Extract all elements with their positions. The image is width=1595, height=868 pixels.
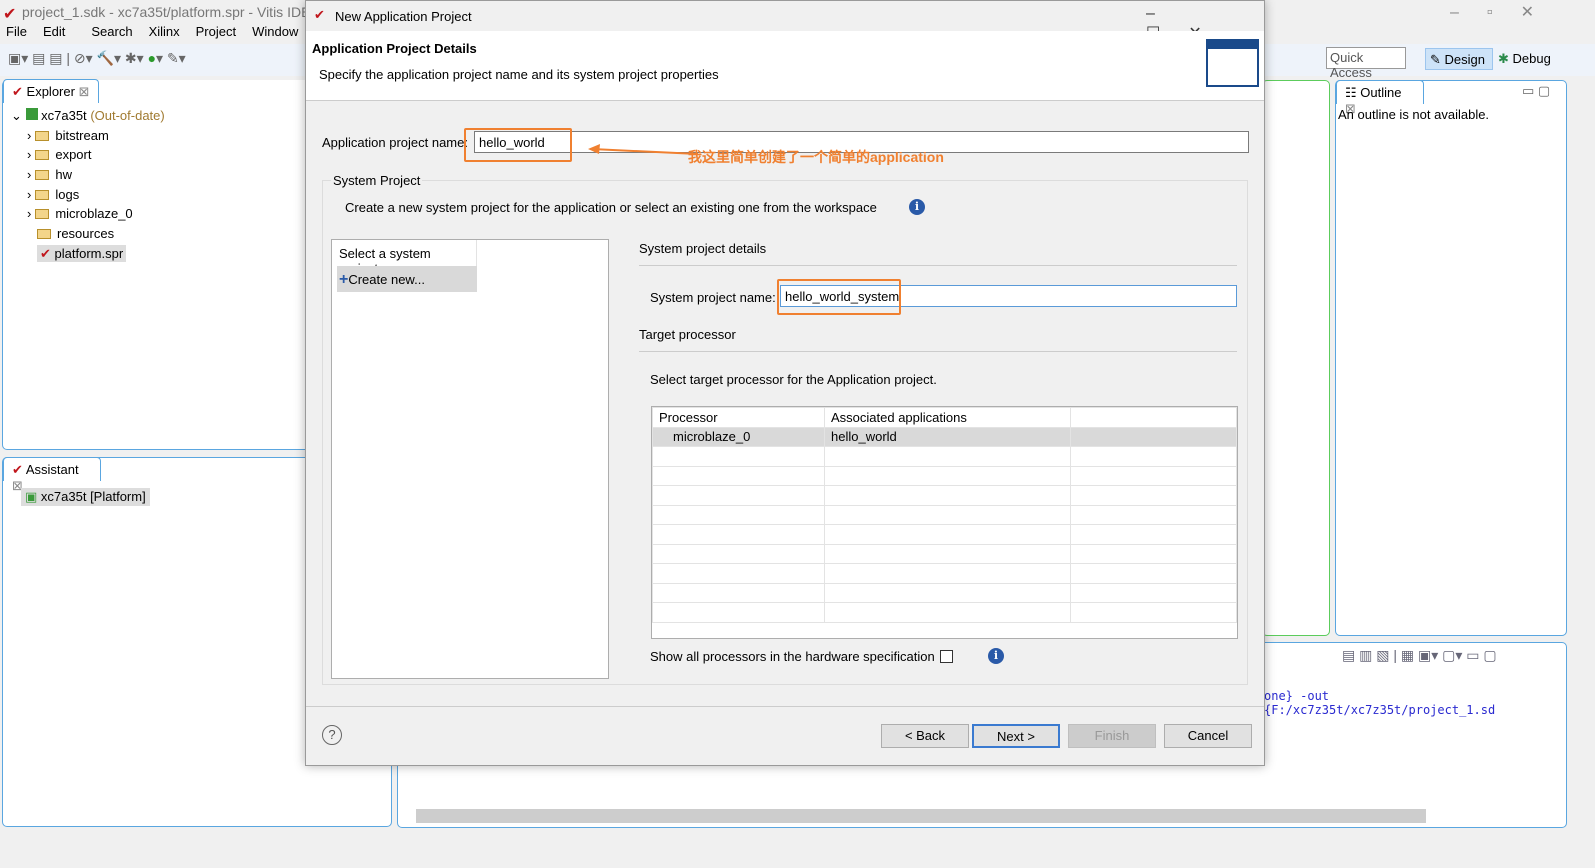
tab-assistant[interactable]: ✔ Assistant ⊠ <box>3 457 101 493</box>
app-name-label: Application project name: <box>322 135 468 150</box>
folder-icon <box>35 189 50 200</box>
dialog-header: Application Project Details Specify the … <box>306 31 1264 101</box>
tab-outline[interactable]: ☷ Outline ⊠ <box>1336 80 1424 116</box>
tab-explorer[interactable]: ✔ Explorer ⊠ <box>3 79 99 103</box>
show-all-label: Show all processors in the hardware spec… <box>650 649 935 664</box>
view-min-max[interactable]: ▭ ▢ <box>1522 83 1550 99</box>
help-button[interactable]: ? <box>322 725 342 745</box>
highlight-box <box>777 279 901 315</box>
list-header: Select a system project <box>332 240 477 276</box>
page-title: Application Project Details <box>312 41 477 56</box>
system-project-list[interactable]: Select a system project +Create new... <box>331 239 609 679</box>
quick-access-input[interactable]: Quick Access <box>1326 47 1406 80</box>
tree-item[interactable]: › bitstream <box>11 126 165 146</box>
app-logo: ✔ <box>3 6 17 23</box>
sys-name-label: System project name: <box>650 290 776 305</box>
dialog-title: New Application Project <box>335 9 472 24</box>
system-desc: Create a new system project for the appl… <box>345 200 877 215</box>
menu-file[interactable]: File <box>6 24 27 39</box>
folder-icon <box>35 150 50 161</box>
annotation-text: 我这里简单创建了一个简单的application <box>688 149 944 165</box>
outline-icon: ☷ <box>1345 85 1357 100</box>
window-controls: –▫✕ <box>1450 4 1562 21</box>
tree-item[interactable]: › microblaze_0 <box>11 204 165 224</box>
console-toolbar[interactable]: ▤ ▥ ▧ | ▦ ▣▾ ▢▾ ▭ ▢ <box>1342 647 1497 664</box>
processor-table: Processor Associated applications microbl… <box>651 406 1238 639</box>
editor-view <box>1262 80 1330 636</box>
details-header: System project details <box>639 241 767 256</box>
console-output: one} -out {F:/xc7z35t/xc7z35t/project_1.… <box>1264 689 1496 717</box>
menu-window[interactable]: Window <box>252 24 298 39</box>
menu-edit[interactable]: Edit <box>43 24 65 39</box>
info-icon[interactable]: i <box>988 648 1004 664</box>
folder-icon <box>35 170 50 181</box>
tree-root[interactable]: ⌄ xc7a35t (Out-of-date) <box>11 106 165 126</box>
assistant-item[interactable]: ▣ xc7a35t [Platform] <box>21 488 150 506</box>
wizard-banner-icon <box>1206 39 1259 87</box>
target-desc: Select target processor for the Applicat… <box>650 372 937 387</box>
folder-icon <box>35 209 50 220</box>
tree-item[interactable]: › hw <box>11 165 165 185</box>
table-header: Processor Associated applications <box>652 407 1237 428</box>
menu-bar: FileEditSearchXilinxProjectWindowHe <box>6 24 347 39</box>
outline-view: ☷ Outline ⊠ An outline is not available.… <box>1335 80 1567 636</box>
table-row[interactable]: microblaze_0 hello_world <box>652 426 1237 447</box>
perspective-design[interactable]: ✎ Design <box>1425 48 1493 70</box>
plus-icon: + <box>339 271 349 288</box>
list-item-create-new[interactable]: +Create new... <box>337 266 477 292</box>
folder-icon <box>35 130 50 141</box>
explorer-tree: ⌄ xc7a35t (Out-of-date) › bitstream › expo… <box>11 106 165 264</box>
dialog-logo: ✔ <box>314 7 325 22</box>
tree-item[interactable]: resources <box>11 224 165 244</box>
pencil-icon: ✎ <box>1430 52 1441 67</box>
tree-item[interactable]: › logs <box>11 185 165 205</box>
show-all-checkbox[interactable] <box>940 650 953 663</box>
cancel-button[interactable]: Cancel <box>1164 724 1252 748</box>
horizontal-scrollbar[interactable] <box>416 809 1426 823</box>
highlight-box <box>464 128 572 162</box>
menu-search[interactable]: Search <box>91 24 132 39</box>
tree-item[interactable]: › export <box>11 145 165 165</box>
bug-icon: ✱ <box>1498 51 1509 66</box>
menu-xilinx[interactable]: Xilinx <box>149 24 180 39</box>
group-label: System Project <box>331 173 423 188</box>
info-icon[interactable]: i <box>909 199 925 215</box>
menu-project[interactable]: Project <box>196 24 236 39</box>
perspective-debug[interactable]: ✱ Debug <box>1498 51 1551 67</box>
finish-button[interactable]: Finish <box>1068 724 1156 748</box>
target-header: Target processor <box>639 327 736 342</box>
outline-message: An outline is not available. <box>1338 107 1490 122</box>
system-project-group: System Project Create a new system proje… <box>322 173 1248 685</box>
tree-item-selected[interactable]: ✔ platform.spr <box>11 244 165 264</box>
next-button[interactable]: Next > <box>972 724 1060 748</box>
annotation-arrow <box>588 144 698 155</box>
folder-icon <box>37 229 51 240</box>
new-application-dialog: ✔ New Application Project –☐✕ Applicatio… <box>305 0 1265 766</box>
window-title: project_1.sdk - xc7a35t/platform.spr - V… <box>22 4 311 20</box>
back-button[interactable]: < Back <box>881 724 969 748</box>
toolbar-icons[interactable]: ▣▾ ▤ ▤ | ⊘▾ 🔨▾ ✱▾ ●▾ ✎▾ <box>8 50 186 67</box>
page-subtitle: Specify the application project name and… <box>319 67 719 82</box>
